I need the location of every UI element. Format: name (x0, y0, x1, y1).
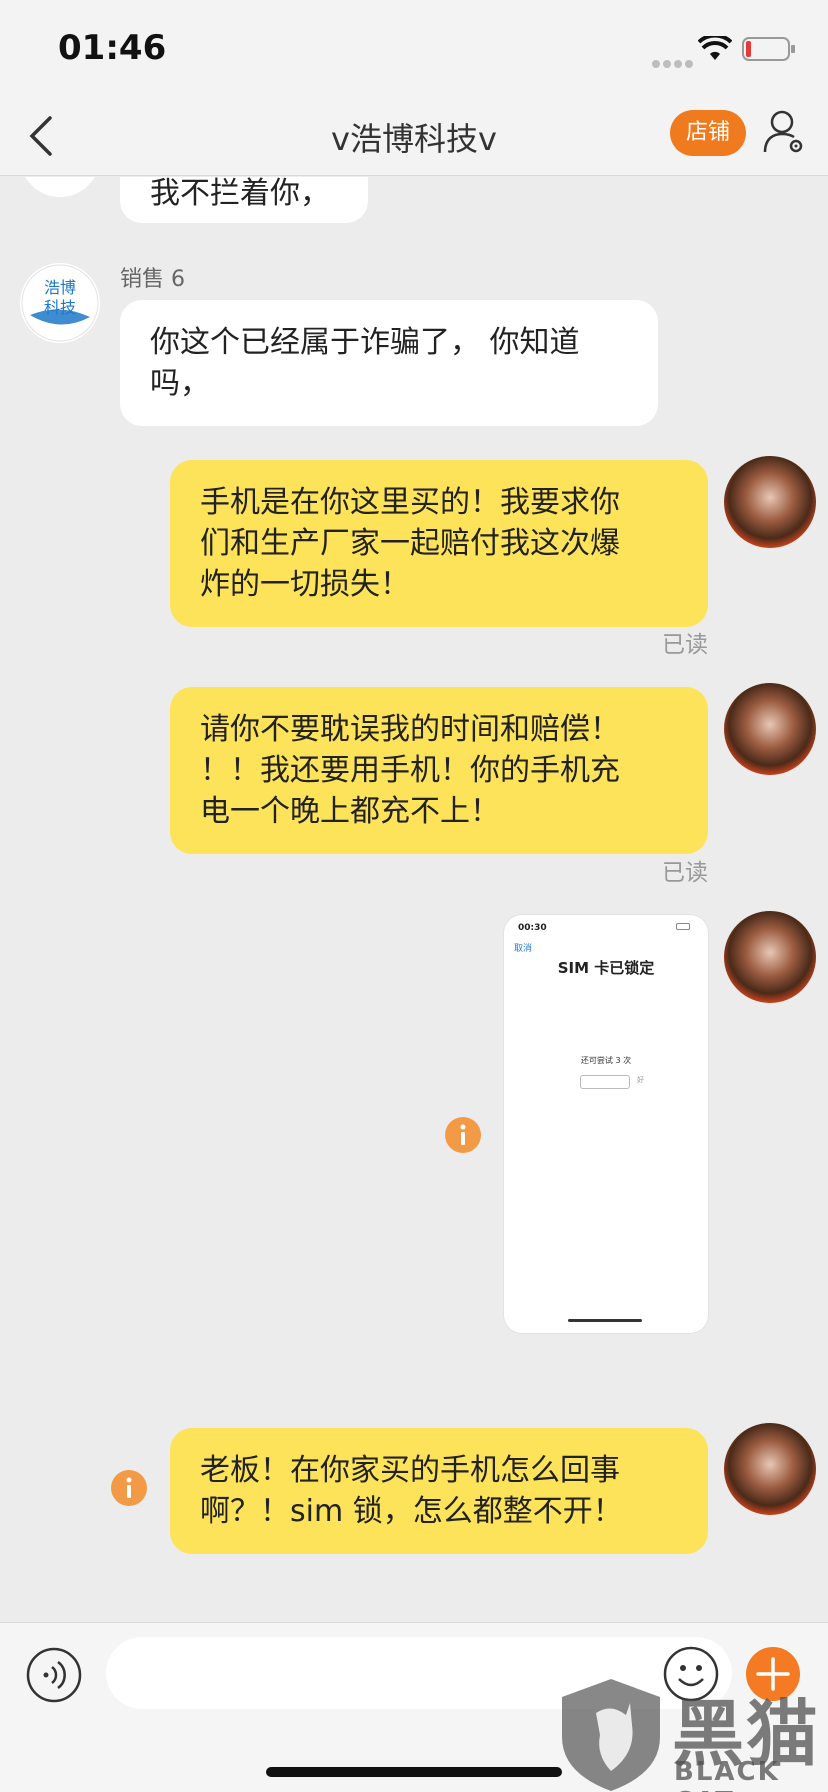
read-receipt: 已读 (662, 632, 708, 658)
info-icon[interactable] (445, 1117, 481, 1153)
sender-name: 销售 6 (120, 267, 185, 292)
voice-icon[interactable] (26, 1647, 82, 1703)
message-text-line: ！！我还要用手机！你的手机充 (200, 753, 620, 788)
message-text-line: 请你不要耽误我的时间和赔偿！ (200, 712, 620, 747)
message-text-line: 你这个已经属于诈骗了， 你知道 (150, 325, 580, 360)
outgoing-message[interactable]: 老板！在你家买的手机怎么回事 啊？！sim 锁，怎么都整不开！ (170, 1428, 708, 1554)
store-logo-icon: 浩博 科技 (21, 264, 99, 342)
status-bar: 01:46 (0, 0, 828, 96)
incoming-message[interactable]: 我不拦着你， (120, 177, 368, 223)
info-icon[interactable] (111, 1470, 147, 1506)
wifi-icon (698, 36, 732, 60)
message-text-line: 炸的一切损失！ (200, 567, 410, 602)
message-text-line: 电一个晚上都充不上！ (200, 794, 500, 829)
outgoing-message[interactable]: 请你不要耽误我的时间和赔偿！ ！！我还要用手机！你的手机充 电一个晚上都充不上！ (170, 687, 708, 854)
image-attempts-text: 还可尝试 3 次 (580, 1056, 632, 1065)
user-avatar[interactable] (724, 1423, 816, 1515)
message-text-line: 老板！在你家买的手机怎么回事 (200, 1453, 620, 1488)
input-bar: 黑猫 BLACK CAT (0, 1622, 828, 1792)
image-status-time: 00:30 (518, 923, 547, 933)
message-text-line: 们和生产厂家一起赔付我这次爆 (200, 526, 620, 561)
profile-settings-icon[interactable] (762, 108, 806, 156)
image-field-hint: 好 (637, 1076, 644, 1084)
nav-bar: v浩博科技v 店铺 (0, 96, 828, 176)
status-time: 01:46 (58, 28, 167, 68)
watermark-en: BLACK CAT (674, 1757, 780, 1792)
user-avatar[interactable] (724, 456, 816, 548)
user-avatar[interactable] (724, 683, 816, 775)
message-text-line: 啊？！sim 锁，怎么都整不开！ (200, 1494, 623, 1529)
message-text: 我不拦着你， (150, 177, 330, 211)
message-text-line: 吗， (150, 366, 210, 401)
image-pin-field (580, 1075, 630, 1089)
read-receipt: 已读 (662, 860, 708, 886)
svg-text:科技: 科技 (44, 298, 76, 317)
store-avatar[interactable]: 浩博 科技 (20, 263, 100, 343)
store-avatar[interactable] (20, 177, 100, 197)
svg-text:浩博: 浩博 (44, 278, 76, 297)
battery-icon (742, 37, 795, 61)
image-title: SIM 卡已锁定 (557, 959, 655, 977)
shop-button[interactable]: 店铺 (670, 110, 746, 156)
message-text-line: 手机是在你这里买的！我要求你 (200, 485, 620, 520)
image-cancel-label: 取消 (514, 944, 533, 954)
cat-shield-icon (562, 1679, 660, 1791)
user-avatar[interactable] (724, 911, 816, 1003)
image-home-bar (568, 1319, 642, 1322)
signal-icon (652, 53, 696, 72)
outgoing-message[interactable]: 手机是在你这里买的！我要求你 们和生产厂家一起赔付我这次爆 炸的一切损失！ (170, 460, 708, 627)
home-indicator (266, 1767, 562, 1777)
black-cat-watermark: 黑猫 BLACK CAT (556, 1675, 828, 1792)
incoming-message[interactable]: 你这个已经属于诈骗了， 你知道 吗， (120, 300, 658, 426)
chat-area[interactable]: 我不拦着你， 浩博 科技 销售 6 你这个已经属于诈骗了， 你知道 吗， 手机是… (0, 177, 828, 1622)
image-message[interactable]: 00:30 取消 SIM 卡已锁定 还可尝试 3 次 好 (504, 915, 708, 1333)
image-battery-icon (676, 923, 690, 930)
